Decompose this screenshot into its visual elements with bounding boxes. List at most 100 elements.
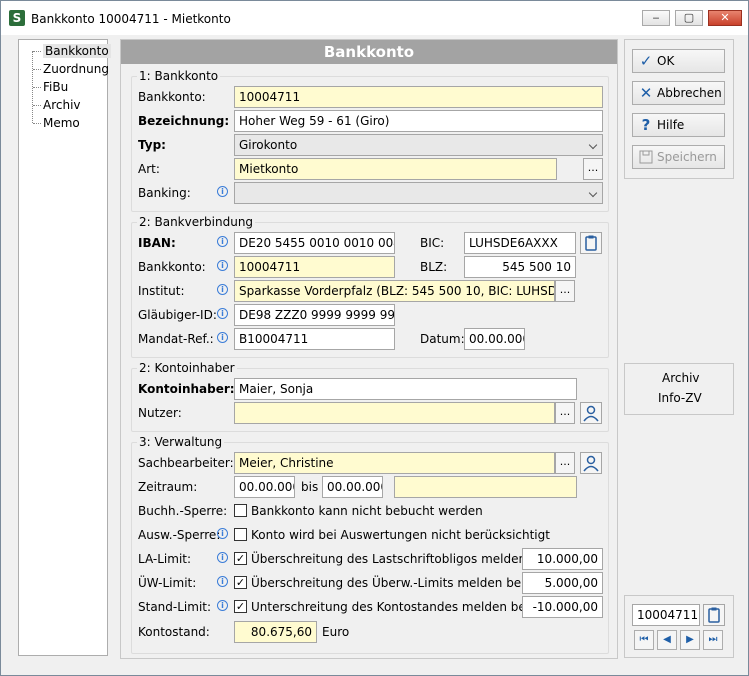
app-icon: S (9, 10, 25, 26)
main-window: S Bankkonto 10004711 - Mietkonto ‒ ▢ ✕ B… (0, 0, 749, 676)
cancel-button[interactable]: ✕ Abbrechen (632, 81, 725, 105)
datum-label: Datum: (420, 332, 465, 346)
record-clipboard-button[interactable] (703, 604, 725, 626)
institut-label: Institut: (138, 284, 185, 298)
bic-label: BIC: (420, 236, 445, 250)
typ-label: Typ: (138, 138, 166, 152)
art-browse-button[interactable]: ... (583, 158, 603, 180)
buchh-sperre-checkbox[interactable] (234, 504, 247, 517)
info-icon[interactable]: i (217, 552, 228, 563)
first-record-button[interactable]: ⏮ (634, 630, 654, 650)
info-icon[interactable]: i (217, 236, 228, 247)
person-icon (583, 405, 599, 422)
nutzer-person-button[interactable] (580, 402, 602, 424)
group-kontoinhaber: 2: Kontoinhaber Kontoinhaber: Maier, Son… (131, 361, 609, 432)
maximize-button[interactable]: ▢ (675, 10, 703, 26)
blz-field[interactable]: 545 500 10 (464, 256, 576, 278)
minimize-button[interactable]: ‒ (642, 10, 670, 26)
record-field[interactable]: 10004711 (632, 604, 700, 626)
iban-label: IBAN: (138, 236, 176, 250)
zeitraum-from-field[interactable]: 00.00.0000 (234, 476, 295, 498)
info-icon[interactable]: i (217, 576, 228, 587)
clipboard-icon (708, 607, 720, 623)
banking-label: Banking: (138, 186, 191, 200)
stand-limit-label: Stand-Limit: (138, 600, 212, 614)
zeitraum-note-field[interactable] (394, 476, 577, 498)
art-field[interactable]: Mietkonto (234, 158, 557, 180)
last-record-button[interactable]: ⏭ (703, 630, 723, 650)
help-label: Hilfe (657, 118, 685, 132)
info-icon[interactable]: i (217, 528, 228, 539)
blz-label: BLZ: (420, 260, 448, 274)
sachbearbeiter-field[interactable]: Meier, Christine (234, 452, 555, 474)
prev-record-button[interactable]: ◀ (657, 630, 677, 650)
bezeichnung-field[interactable]: Hoher Weg 59 - 61 (Giro) (234, 110, 603, 132)
sachbearbeiter-browse-button[interactable]: ... (555, 452, 575, 474)
bankkonto-label: Bankkonto: (138, 90, 206, 104)
institut-field[interactable]: Sparkasse Vorderpfalz (BLZ: 545 500 10, … (234, 280, 555, 302)
infozv-link[interactable]: Info-ZV (658, 391, 702, 405)
archiv-link[interactable]: Archiv (662, 371, 700, 385)
clipboard-icon (585, 235, 597, 251)
zeitraum-to-field[interactable]: 00.00.0000 (322, 476, 383, 498)
check-icon: ✓ (639, 52, 653, 70)
info-icon[interactable]: i (217, 284, 228, 295)
title-bar: S Bankkonto 10004711 - Mietkonto ‒ ▢ ✕ (1, 1, 748, 35)
tree-item-archiv[interactable]: Archiv (33, 97, 81, 113)
next-record-button[interactable]: ▶ (680, 630, 700, 650)
ok-button[interactable]: ✓ OK (632, 49, 725, 73)
nutzer-browse-button[interactable]: ... (555, 402, 575, 424)
group-title: 3: Verwaltung (137, 435, 225, 449)
tree-item-fibu[interactable]: FiBu (33, 79, 68, 95)
save-button[interactable]: Speichern (632, 145, 725, 169)
help-button[interactable]: ? Hilfe (632, 113, 725, 137)
bankverbindung-konto-field[interactable]: 10004711 (234, 256, 395, 278)
clipboard-button[interactable] (580, 232, 602, 254)
ausw-sperre-checkbox[interactable] (234, 528, 247, 541)
bic-field[interactable]: LUHSDE6AXXX (464, 232, 576, 254)
uew-limit-field[interactable]: 5.000,00 (522, 572, 603, 594)
bis-label: bis (301, 480, 319, 494)
mandat-label: Mandat-Ref.: (138, 332, 214, 346)
la-limit-label: LA-Limit: (138, 552, 192, 566)
tree-item-zuordnung[interactable]: Zuordnung (33, 61, 109, 77)
info-icon[interactable]: i (217, 332, 228, 343)
uew-limit-checkbox[interactable]: ✓ (234, 576, 247, 589)
close-icon: ✕ (639, 84, 653, 102)
info-icon[interactable]: i (217, 186, 228, 197)
tree-item-bankkonto[interactable]: Bankkonto (33, 43, 111, 59)
bankverbindung-konto-label: Bankkonto: (138, 260, 206, 274)
help-icon: ? (641, 116, 651, 134)
banking-select[interactable] (234, 182, 603, 204)
info-icon[interactable]: i (217, 600, 228, 611)
bankkonto-field[interactable]: 10004711 (234, 86, 603, 108)
info-icon[interactable]: i (217, 308, 228, 319)
tree-item-memo[interactable]: Memo (33, 115, 80, 131)
navigation-tree: Bankkonto Zuordnung FiBu Archiv Memo (18, 39, 111, 656)
nutzer-field[interactable] (234, 402, 555, 424)
glaeubiger-label: Gläubiger-ID: (138, 308, 217, 322)
iban-field[interactable]: DE20 5455 0010 0010 0047 11 (234, 232, 395, 254)
group-bankkonto: 1: Bankkonto Bankkonto: 10004711 Bezeich… (131, 69, 609, 212)
datum-field[interactable]: 00.00.0000 (464, 328, 525, 350)
ausw-sperre-text: Konto wird bei Auswertungen nicht berück… (251, 528, 550, 542)
la-limit-checkbox[interactable]: ✓ (234, 552, 247, 565)
typ-select[interactable]: Girokonto (234, 134, 603, 156)
group-verwaltung: 3: Verwaltung Sachbearbeiter: Meier, Chr… (131, 435, 609, 654)
la-limit-field[interactable]: 10.000,00 (522, 548, 603, 570)
ausw-sperre-label: Ausw.-Sperre: (138, 528, 221, 542)
nutzer-label: Nutzer: (138, 406, 182, 420)
group-title: 2: Kontoinhaber (137, 361, 237, 375)
cancel-label: Abbrechen (657, 86, 722, 100)
institut-browse-button[interactable]: ... (555, 280, 575, 302)
form-panel: Bankkonto 1: Bankkonto Bankkonto: 100047… (120, 39, 618, 659)
mandat-field[interactable]: B10004711 (234, 328, 395, 350)
person-icon (583, 455, 599, 472)
kontoinhaber-field[interactable]: Maier, Sonja (234, 378, 577, 400)
info-icon[interactable]: i (217, 260, 228, 271)
stand-limit-field[interactable]: -10.000,00 (522, 596, 603, 618)
glaeubiger-field[interactable]: DE98 ZZZ0 9999 9999 99 (234, 304, 395, 326)
sachbearbeiter-person-button[interactable] (580, 452, 602, 474)
close-button[interactable]: ✕ (708, 10, 742, 26)
stand-limit-checkbox[interactable]: ✓ (234, 600, 247, 613)
